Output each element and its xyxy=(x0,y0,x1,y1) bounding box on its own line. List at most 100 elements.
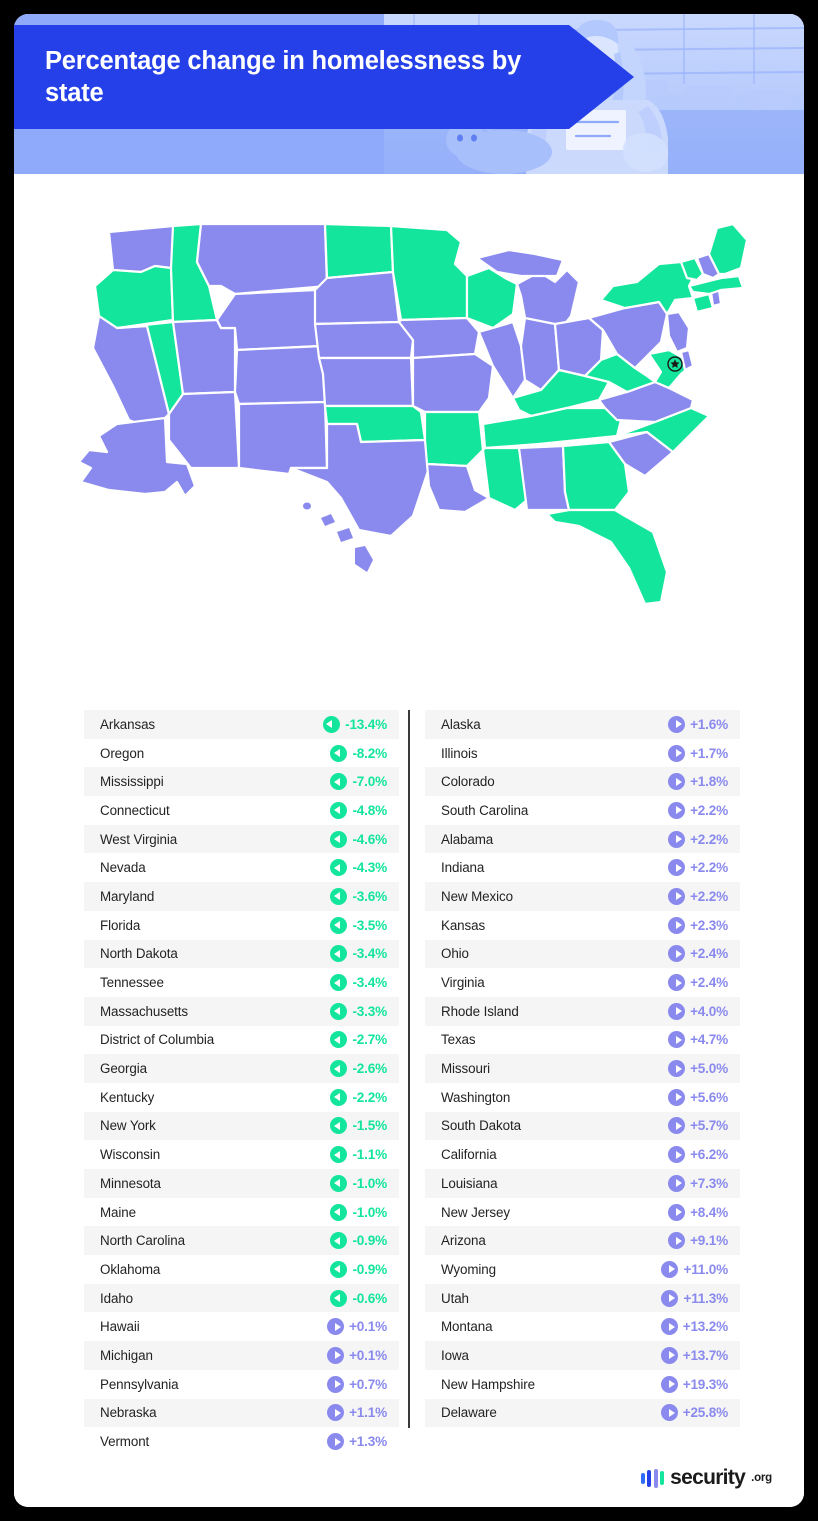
state-name: Nebraska xyxy=(100,1405,157,1421)
percent-change-value: +25.8% xyxy=(682,1405,728,1421)
table-row: Michigan +0.1% xyxy=(84,1341,399,1370)
arrow-left-icon xyxy=(330,1060,348,1078)
state-name: New York xyxy=(100,1118,156,1134)
percent-change-value: +11.3% xyxy=(683,1290,728,1306)
state-name: Missouri xyxy=(441,1061,491,1077)
arrow-left-icon xyxy=(330,887,348,905)
state-kansas[interactable] xyxy=(317,356,415,408)
table-row: Pennsylvania +0.7% xyxy=(84,1370,399,1399)
value-group: +6.2% xyxy=(668,1146,728,1164)
state-name: Arkansas xyxy=(100,716,156,732)
security-org-logo[interactable]: security .org xyxy=(640,1466,772,1490)
state-connecticut[interactable] xyxy=(691,292,715,314)
state-name: District of Columbia xyxy=(100,1032,215,1048)
table-row: Maine -1.0% xyxy=(84,1198,399,1227)
state-alabama[interactable] xyxy=(517,444,571,512)
state-new-jersey[interactable] xyxy=(665,310,691,354)
state-north-dakota[interactable] xyxy=(323,224,395,280)
state-name: Delaware xyxy=(441,1405,497,1421)
percent-change-value: +2.2% xyxy=(690,888,728,904)
percent-change-value: +6.2% xyxy=(690,1147,728,1163)
arrow-right-icon xyxy=(661,1289,679,1307)
value-group: +8.4% xyxy=(668,1203,728,1221)
infographic-frame: Percentage change in homelessness by sta… xyxy=(14,14,804,1507)
percent-change-value: +11.0% xyxy=(683,1261,728,1277)
percent-change-value: -3.5% xyxy=(352,917,387,933)
value-group: +5.7% xyxy=(668,1117,728,1135)
arrow-left-icon xyxy=(330,1088,348,1106)
percent-change-value: +2.2% xyxy=(690,802,728,818)
state-arkansas[interactable] xyxy=(423,410,485,468)
state-maine[interactable] xyxy=(707,224,749,276)
table-row: Oklahoma -0.9% xyxy=(84,1255,399,1284)
table-row: Oregon -8.2% xyxy=(84,739,399,768)
state-name: Kentucky xyxy=(100,1089,155,1105)
state-name: Washington xyxy=(441,1089,511,1105)
state-name: Connecticut xyxy=(100,802,170,818)
arrow-right-icon xyxy=(660,1318,678,1336)
logo-bar xyxy=(653,1468,658,1488)
state-south-dakota[interactable] xyxy=(313,270,401,326)
value-group: +7.3% xyxy=(668,1174,728,1192)
state-wisconsin[interactable] xyxy=(465,266,519,330)
arrow-left-icon xyxy=(330,744,348,762)
value-group: -0.9% xyxy=(330,1260,387,1278)
table-row: Iowa +13.7% xyxy=(425,1341,740,1370)
percent-change-value: +8.4% xyxy=(690,1204,728,1220)
state-montana[interactable] xyxy=(195,224,329,296)
percent-change-value: +2.3% xyxy=(690,917,728,933)
arrow-right-icon xyxy=(668,1117,686,1135)
state-ranking-table: Arkansas -13.4% Oregon -8.2% Mississippi -7.0… xyxy=(14,694,804,1454)
logo-wordmark: security xyxy=(670,1466,746,1489)
state-name: Pennsylvania xyxy=(100,1376,179,1392)
value-group: +4.7% xyxy=(668,1031,728,1049)
state-arizona[interactable] xyxy=(167,390,241,470)
state-name: Ohio xyxy=(441,946,469,962)
percent-change-value: -0.9% xyxy=(352,1261,387,1277)
state-missouri[interactable] xyxy=(411,352,495,414)
value-group: +0.1% xyxy=(327,1346,387,1364)
arrow-right-icon xyxy=(668,715,686,733)
header-banner-area: Percentage change in homelessness by sta… xyxy=(14,14,804,174)
state-minnesota[interactable] xyxy=(389,224,469,322)
table-row: District of Columbia -2.7% xyxy=(84,1026,399,1055)
state-name: Alaska xyxy=(441,716,481,732)
percent-change-value: +1.8% xyxy=(690,774,728,790)
title-banner: Percentage change in homelessness by sta… xyxy=(14,25,634,129)
arrow-right-icon xyxy=(660,1346,678,1364)
state-name: New Hampshire xyxy=(441,1376,535,1392)
state-new-mexico[interactable] xyxy=(237,400,329,476)
table-row: Idaho -0.6% xyxy=(84,1283,399,1313)
value-group: -4.8% xyxy=(330,801,387,819)
arrow-left-icon xyxy=(330,1203,348,1221)
value-group: +1.6% xyxy=(668,715,728,733)
state-louisiana[interactable] xyxy=(425,462,491,514)
state-nebraska[interactable] xyxy=(313,320,415,360)
state-name: Florida xyxy=(100,917,141,933)
table-row: Alaska +1.6% xyxy=(425,710,740,739)
arrow-right-icon xyxy=(668,773,686,791)
state-name: California xyxy=(441,1147,497,1163)
state-florida[interactable] xyxy=(545,508,669,606)
table-row: California +6.2% xyxy=(425,1140,740,1169)
arrow-left-icon xyxy=(330,1146,348,1164)
value-group: +2.2% xyxy=(668,801,728,819)
arrow-right-icon xyxy=(668,974,686,992)
state-colorado[interactable] xyxy=(233,344,327,406)
state-name: North Carolina xyxy=(100,1233,185,1249)
value-group: -8.2% xyxy=(330,744,387,762)
table-row: Washington +5.6% xyxy=(425,1083,740,1112)
value-group: -1.1% xyxy=(330,1146,387,1164)
dc-star-marker[interactable] xyxy=(667,356,683,372)
percent-change-value: +1.7% xyxy=(690,745,728,761)
value-group: +2.2% xyxy=(668,830,728,848)
percent-change-value: -0.6% xyxy=(352,1290,387,1306)
state-oregon[interactable] xyxy=(93,264,175,330)
table-row: Maryland -3.6% xyxy=(84,882,399,911)
value-group: +25.8% xyxy=(660,1404,728,1422)
arrow-left-icon xyxy=(330,916,348,934)
state-utah[interactable] xyxy=(171,318,237,396)
state-name: Massachusetts xyxy=(100,1003,189,1019)
arrow-right-icon xyxy=(661,1260,679,1278)
arrow-left-icon xyxy=(330,945,348,963)
